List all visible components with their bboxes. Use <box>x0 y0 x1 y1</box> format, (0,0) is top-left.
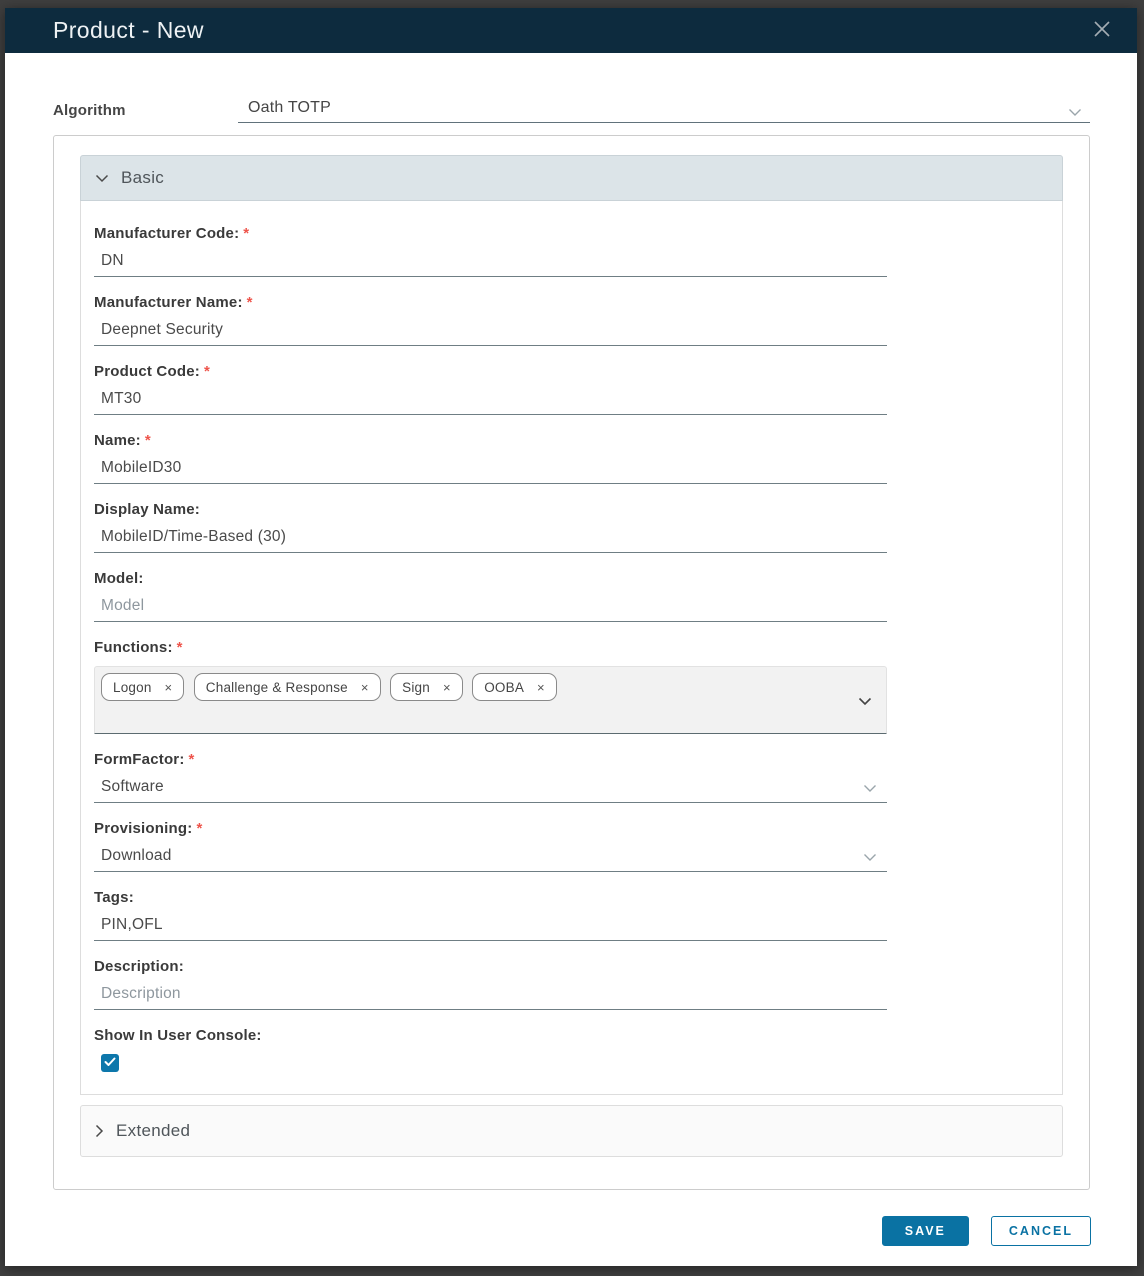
extended-section-title: Extended <box>116 1121 190 1141</box>
save-button[interactable]: SAVE <box>882 1216 969 1246</box>
provisioning-label: Provisioning:* <box>94 820 887 838</box>
chip-remove-icon[interactable]: × <box>537 681 545 694</box>
chip-label: Challenge & Response <box>206 680 348 695</box>
label-text: Model: <box>94 570 144 587</box>
label-text: Display Name: <box>94 501 200 518</box>
required-asterisk: * <box>189 751 195 768</box>
label-text: Product Code: <box>94 363 200 380</box>
chevron-down-icon <box>95 174 109 183</box>
chip-remove-icon[interactable]: × <box>443 681 451 694</box>
description-input[interactable]: Description <box>94 985 887 1010</box>
manufacturer-code-field: Manufacturer Code:* DN <box>94 225 887 277</box>
product-code-field: Product Code:* MT30 <box>94 363 887 415</box>
chip-remove-icon[interactable]: × <box>165 681 173 694</box>
algorithm-select-value: Oath TOTP <box>248 99 331 116</box>
algorithm-select[interactable]: Oath TOTP <box>238 99 1090 123</box>
display-name-input[interactable]: MobileID/Time-Based (30) <box>94 528 887 553</box>
chevron-down-icon <box>863 849 877 867</box>
form-factor-select[interactable]: Software <box>94 778 887 803</box>
show-in-user-console-field: Show In User Console: <box>94 1027 887 1072</box>
label-text: Description: <box>94 958 184 975</box>
model-label: Model: <box>94 570 887 588</box>
tags-field: Tags: PIN,OFL <box>94 889 887 941</box>
required-asterisk: * <box>177 639 183 656</box>
basic-section-header[interactable]: Basic <box>80 155 1063 201</box>
function-chip-challenge-response: Challenge & Response × <box>194 673 381 701</box>
provisioning-field: Provisioning:* Download <box>94 820 887 872</box>
required-asterisk: * <box>243 225 249 242</box>
label-text: Manufacturer Name: <box>94 294 243 311</box>
algorithm-row: Algorithm Oath TOTP <box>53 99 1090 123</box>
required-asterisk: * <box>145 432 151 449</box>
display-name-label: Display Name: <box>94 501 887 519</box>
algorithm-label: Algorithm <box>53 99 238 119</box>
checkmark-icon <box>104 1054 116 1072</box>
chevron-down-icon <box>858 693 872 711</box>
label-text: Functions: <box>94 639 173 656</box>
product-code-label: Product Code:* <box>94 363 887 381</box>
tags-label: Tags: <box>94 889 887 907</box>
display-name-field: Display Name: MobileID/Time-Based (30) <box>94 501 887 553</box>
function-chip-sign: Sign × <box>390 673 463 701</box>
required-asterisk: * <box>247 294 253 311</box>
description-label: Description: <box>94 958 887 976</box>
provisioning-select[interactable]: Download <box>94 847 887 872</box>
function-chip-logon: Logon × <box>101 673 184 701</box>
page-title: Product - New <box>53 17 204 44</box>
product-code-input[interactable]: MT30 <box>94 390 887 415</box>
function-chip-ooba: OOBA × <box>472 673 557 701</box>
modal-footer: SAVE CANCEL <box>5 1216 1091 1246</box>
form-factor-value: Software <box>101 778 164 795</box>
basic-section-title: Basic <box>121 168 164 188</box>
model-input[interactable]: Model <box>94 597 887 622</box>
chevron-down-icon <box>1068 104 1082 122</box>
modal-header: Product - New <box>5 8 1137 53</box>
manufacturer-code-label: Manufacturer Code:* <box>94 225 887 243</box>
label-text: FormFactor: <box>94 751 185 768</box>
close-button[interactable] <box>1089 18 1115 44</box>
cancel-button[interactable]: CANCEL <box>991 1216 1091 1246</box>
manufacturer-code-input[interactable]: DN <box>94 252 887 277</box>
product-new-modal: Product - New Algorithm Oath TOTP Basic <box>5 8 1137 1266</box>
name-label: Name:* <box>94 432 887 450</box>
required-asterisk: * <box>196 820 202 837</box>
form-factor-field: FormFactor:* Software <box>94 751 887 803</box>
model-field: Model: Model <box>94 570 887 622</box>
functions-multiselect[interactable]: Logon × Challenge & Response × Sign × OO… <box>94 666 887 734</box>
show-in-user-console-checkbox[interactable] <box>101 1054 119 1072</box>
manufacturer-name-label: Manufacturer Name:* <box>94 294 887 312</box>
manufacturer-name-field: Manufacturer Name:* Deepnet Security <box>94 294 887 346</box>
chip-label: OOBA <box>484 680 524 695</box>
tags-input[interactable]: PIN,OFL <box>94 916 887 941</box>
show-in-user-console-label: Show In User Console: <box>94 1027 887 1045</box>
chip-label: Logon <box>113 680 152 695</box>
functions-field: Functions:* Logon × Challenge & Response… <box>94 639 887 734</box>
name-field: Name:* MobileID30 <box>94 432 887 484</box>
basic-section-body: Manufacturer Code:* DN Manufacturer Name… <box>80 201 1063 1095</box>
form-panel: Basic Manufacturer Code:* DN Manufacture… <box>53 135 1090 1190</box>
extended-section-header[interactable]: Extended <box>80 1105 1063 1157</box>
chip-label: Sign <box>402 680 430 695</box>
label-text: Show In User Console: <box>94 1027 262 1044</box>
manufacturer-name-input[interactable]: Deepnet Security <box>94 321 887 346</box>
description-field: Description: Description <box>94 958 887 1010</box>
chip-remove-icon[interactable]: × <box>361 681 369 694</box>
label-text: Tags: <box>94 889 134 906</box>
chevron-right-icon <box>95 1124 104 1138</box>
label-text: Manufacturer Code: <box>94 225 239 242</box>
chevron-down-icon <box>863 780 877 798</box>
label-text: Provisioning: <box>94 820 192 837</box>
name-input[interactable]: MobileID30 <box>94 459 887 484</box>
close-icon <box>1093 20 1111 41</box>
provisioning-value: Download <box>101 847 172 864</box>
functions-label: Functions:* <box>94 639 887 657</box>
label-text: Name: <box>94 432 141 449</box>
form-factor-label: FormFactor:* <box>94 751 887 769</box>
required-asterisk: * <box>204 363 210 380</box>
